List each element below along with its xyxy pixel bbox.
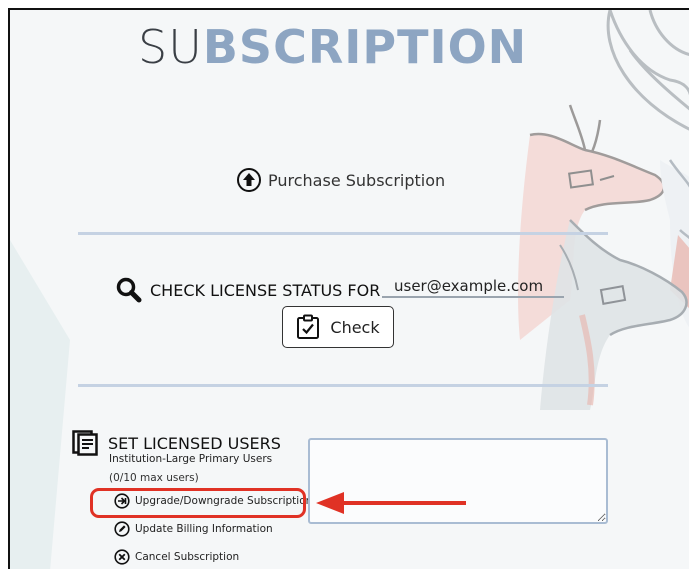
clipboard-check-icon bbox=[297, 314, 320, 339]
purchase-subscription-link[interactable]: Purchase Subscription bbox=[236, 167, 445, 193]
update-billing-label: Update Billing Information bbox=[135, 523, 273, 535]
section-divider-1 bbox=[78, 232, 608, 235]
annotation-arrow bbox=[316, 492, 466, 514]
annotation-highlight-box bbox=[90, 488, 306, 518]
subscription-tier: Institution-Large Primary Users bbox=[109, 453, 273, 465]
llama-bottom-drawing bbox=[540, 219, 688, 410]
check-license-label: CHECK LICENSE STATUS FOR bbox=[150, 280, 381, 300]
user-count: (0/10 max users) bbox=[109, 472, 199, 484]
llama-right-drawing bbox=[660, 159, 689, 327]
check-button-label: Check bbox=[330, 317, 380, 337]
x-circle-icon bbox=[114, 549, 130, 565]
subscription-page: SUBSCRIPTION Purchase Subscription CHECK… bbox=[8, 8, 689, 569]
license-email-input[interactable] bbox=[382, 276, 564, 298]
up-arrow-circle-icon bbox=[237, 168, 261, 192]
check-button[interactable]: Check bbox=[282, 306, 394, 348]
page-title-light: SU bbox=[138, 20, 203, 74]
purchase-subscription-label: Purchase Subscription bbox=[268, 170, 446, 190]
update-billing-link[interactable]: Update Billing Information bbox=[114, 521, 273, 537]
magnifier-icon bbox=[116, 277, 142, 303]
teal-wedge-shape bbox=[10, 240, 70, 569]
page-title: SUBSCRIPTION bbox=[138, 24, 527, 70]
llama-pink-drawing bbox=[518, 104, 666, 340]
cancel-subscription-label: Cancel Subscription bbox=[135, 551, 240, 563]
licensed-users-title: SET LICENSED USERS bbox=[108, 433, 281, 453]
license-check-row: CHECK LICENSE STATUS FOR bbox=[116, 277, 380, 303]
pencil-circle-icon bbox=[114, 521, 130, 537]
page-title-bold: BSCRIPTION bbox=[202, 20, 528, 74]
document-stack-icon bbox=[72, 430, 98, 456]
section-divider-2 bbox=[78, 384, 608, 387]
llama-top-drawing bbox=[606, 10, 689, 131]
cancel-subscription-link[interactable]: Cancel Subscription bbox=[114, 549, 239, 565]
